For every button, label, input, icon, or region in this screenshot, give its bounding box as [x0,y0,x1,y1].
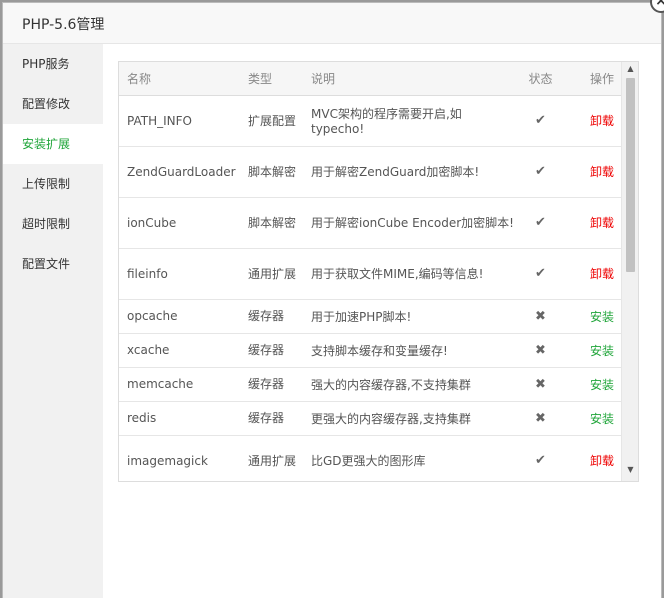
table-row: imagemagick 通用扩展 比GD更强大的图形库 ✔ 卸载 [119,435,622,481]
sidebar: PHP服务 配置修改 安装扩展 上传限制 超时限制 配置文件 [3,44,103,598]
check-icon: ✔ [535,266,546,281]
check-icon: ✔ [535,164,546,179]
uninstall-link[interactable]: 卸载 [590,454,614,468]
column-header-status: 状态 [514,62,567,96]
table-row: fileinfo 通用扩展 用于获取文件MIME,编码等信息! ✔ 卸载 [119,248,622,300]
extensions-table-container[interactable]: 名称 类型 说明 状态 操作 PATH_INFO 扩展配置 MVC架构的程序需要… [118,61,639,482]
uninstall-link[interactable]: 卸载 [590,216,614,230]
cross-icon: ✖ [535,410,546,426]
dialog-titlebar: PHP-5.6管理 [3,3,661,44]
install-link[interactable]: 安装 [590,344,614,358]
install-link[interactable]: 安装 [590,412,614,426]
table-row: ZendGuardLoader 脚本解密 用于解密ZendGuard加密脚本! … [119,146,622,198]
check-icon: ✔ [535,215,546,230]
extension-desc: 用于解密ZendGuard加密脚本! [303,146,514,198]
extension-desc: 强大的内容缓存器,不支持集群 [303,367,514,402]
install-link[interactable]: 安装 [590,378,614,392]
install-link[interactable]: 安装 [590,310,614,324]
extension-name: memcache [119,367,240,402]
table-row: ionCube 脚本解密 用于解密ionCube Encoder加密脚本! ✔ … [119,197,622,249]
extension-desc: 用于解密ionCube Encoder加密脚本! [303,197,514,249]
column-header-type: 类型 [240,62,303,96]
check-icon: ✔ [535,113,546,128]
sidebar-item-label: PHP服务 [22,57,70,71]
extension-type: 通用扩展 [240,435,303,481]
extension-desc: 用于获取文件MIME,编码等信息! [303,248,514,300]
sidebar-item-config-edit[interactable]: 配置修改 [3,84,103,124]
extension-type: 缓存器 [240,401,303,436]
extension-type: 扩展配置 [240,95,303,147]
extensions-table: 名称 类型 说明 状态 操作 PATH_INFO 扩展配置 MVC架构的程序需要… [119,62,622,481]
table-row: redis 缓存器 更强大的内容缓存器,支持集群 ✖ 安装 [119,401,622,436]
extension-type: 脚本解密 [240,146,303,198]
column-header-desc: 说明 [303,62,514,96]
extension-desc: 用于加速PHP脚本! [303,299,514,334]
extension-name: imagemagick [119,435,240,481]
table-scrollbar[interactable]: ▲ ▼ [621,62,638,481]
sidebar-item-install-extensions[interactable]: 安装扩展 [3,124,103,164]
uninstall-link[interactable]: 卸载 [590,165,614,179]
extension-type: 缓存器 [240,333,303,368]
sidebar-item-label: 上传限制 [22,177,71,191]
sidebar-item-timeout-limit[interactable]: 超时限制 [3,204,103,244]
cross-icon: ✖ [535,308,546,324]
sidebar-item-label: 超时限制 [22,217,71,231]
extension-type: 缓存器 [240,367,303,402]
extension-name: ZendGuardLoader [119,146,240,198]
sidebar-item-label: 配置修改 [22,97,71,111]
column-header-name: 名称 [119,62,240,96]
extension-type: 通用扩展 [240,248,303,300]
column-header-op: 操作 [567,62,622,96]
sidebar-item-label: 配置文件 [22,257,71,271]
scroll-up-arrow-icon[interactable]: ▲ [622,64,638,78]
sidebar-item-php-service[interactable]: PHP服务 [3,44,103,84]
php-manage-dialog: PHP-5.6管理 PHP服务 配置修改 安装扩展 上传限制 超时限制 配置文件… [2,2,662,598]
uninstall-link[interactable]: 卸载 [590,267,614,281]
table-row: opcache 缓存器 用于加速PHP脚本! ✖ 安装 [119,299,622,334]
scrollbar-thumb[interactable] [626,78,635,272]
dialog-title: PHP-5.6管理 [22,17,105,33]
extension-desc: MVC架构的程序需要开启,如typecho! [303,95,514,147]
extension-desc: 比GD更强大的图形库 [303,435,514,481]
cross-icon: ✖ [535,376,546,392]
extension-name: ionCube [119,197,240,249]
uninstall-link[interactable]: 卸载 [590,114,614,128]
extension-name: redis [119,401,240,436]
table-row: memcache 缓存器 强大的内容缓存器,不支持集群 ✖ 安装 [119,367,622,402]
table-header-row: 名称 类型 说明 状态 操作 [119,62,622,96]
extension-name: fileinfo [119,248,240,300]
extension-desc: 支持脚本缓存和变量缓存! [303,333,514,368]
check-icon: ✔ [535,453,546,468]
content-panel: 名称 类型 说明 状态 操作 PATH_INFO 扩展配置 MVC架构的程序需要… [103,44,661,598]
sidebar-item-upload-limit[interactable]: 上传限制 [3,164,103,204]
extension-type: 脚本解密 [240,197,303,249]
extension-name: opcache [119,299,240,334]
table-row: xcache 缓存器 支持脚本缓存和变量缓存! ✖ 安装 [119,333,622,368]
extension-name: PATH_INFO [119,95,240,147]
sidebar-item-config-file[interactable]: 配置文件 [3,244,103,284]
scroll-down-arrow-icon[interactable]: ▼ [622,465,638,479]
sidebar-item-label: 安装扩展 [22,137,71,151]
extension-desc: 更强大的内容缓存器,支持集群 [303,401,514,436]
cross-icon: ✖ [535,342,546,358]
extension-type: 缓存器 [240,299,303,334]
table-row: PATH_INFO 扩展配置 MVC架构的程序需要开启,如typecho! ✔ … [119,95,622,147]
extension-name: xcache [119,333,240,368]
